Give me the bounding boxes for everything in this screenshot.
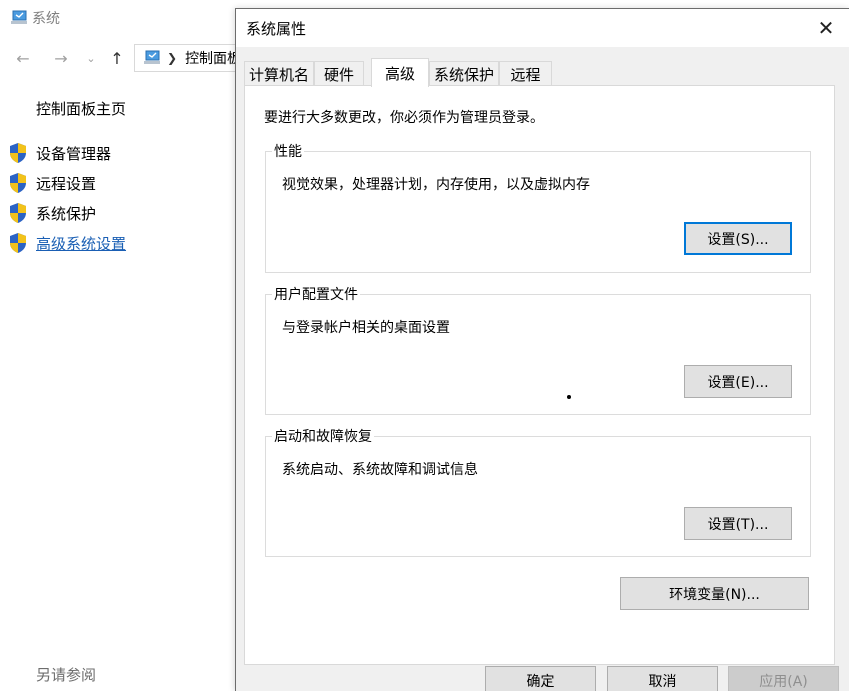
navigation-bar: ← → ⌄ ↑ ❯ 控制面板: [0, 44, 244, 72]
ok-button[interactable]: 确定: [485, 666, 596, 691]
user-profiles-group: 用户配置文件 与登录帐户相关的桌面设置 设置(E)...: [265, 284, 811, 415]
startup-recovery-group: 启动和故障恢复 系统启动、系统故障和调试信息 设置(T)...: [265, 426, 811, 557]
environment-variables-button[interactable]: 环境变量(N)...: [620, 577, 809, 610]
device-manager-link[interactable]: 设备管理器: [8, 142, 111, 164]
remote-settings-label: 远程设置: [36, 174, 97, 193]
advanced-system-settings-link[interactable]: 高级系统设置: [8, 232, 126, 254]
breadcrumb-control-panel[interactable]: 控制面板: [185, 48, 241, 68]
tab-remote[interactable]: 远程: [499, 61, 552, 86]
system-protection-link[interactable]: 系统保护: [8, 202, 96, 224]
uac-shield-icon: [10, 143, 26, 163]
dialog-title: 系统属性: [246, 20, 307, 38]
user-profiles-group-desc: 与登录帐户相关的桌面设置: [282, 320, 450, 336]
mouse-cursor-dot: [567, 395, 571, 399]
tab-computer-name[interactable]: 计算机名: [244, 61, 314, 86]
performance-group-desc: 视觉效果，处理器计划，内存使用，以及虚拟内存: [282, 177, 590, 193]
recent-dropdown-chevron-icon[interactable]: ⌄: [80, 48, 102, 68]
computer-icon: [144, 50, 160, 64]
tab-system-protection[interactable]: 系统保护: [429, 61, 499, 86]
close-icon[interactable]: ✕: [813, 15, 839, 41]
control-panel-home-link[interactable]: 控制面板主页: [36, 98, 126, 119]
forward-arrow-icon[interactable]: →: [50, 48, 72, 68]
performance-group-title: 性能: [272, 141, 304, 161]
admin-note: 要进行大多数更改，你必须作为管理员登录。: [264, 110, 544, 126]
startup-recovery-group-desc: 系统启动、系统故障和调试信息: [282, 462, 478, 478]
tab-hardware[interactable]: 硬件: [314, 61, 364, 86]
tab-advanced[interactable]: 高级: [371, 58, 429, 87]
breadcrumb-chevron-icon: ❯: [167, 51, 178, 65]
system-window-title: 系统: [10, 8, 60, 28]
performance-group: 性能 视觉效果，处理器计划，内存使用，以及虚拟内存 设置(S)...: [265, 141, 811, 273]
system-window-title-text: 系统: [32, 11, 60, 27]
startup-recovery-settings-button[interactable]: 设置(T)...: [684, 507, 792, 540]
system-window: 系统 ← → ⌄ ↑ ❯ 控制面板 控制面板主页 设备管理器 远程设置 系统保护…: [0, 0, 244, 691]
see-also-heading: 另请参阅: [36, 666, 97, 684]
uac-shield-icon: [10, 203, 26, 223]
cancel-button[interactable]: 取消: [607, 666, 718, 691]
computer-icon: [11, 10, 27, 24]
uac-shield-icon: [10, 173, 26, 193]
performance-settings-button[interactable]: 设置(S)...: [684, 222, 792, 255]
address-bar[interactable]: ❯ 控制面板: [134, 44, 244, 72]
system-properties-dialog: 系统属性 ✕ 计算机名 硬件 高级 系统保护 远程 要进行大多数更改，你必须作为…: [235, 8, 849, 691]
up-arrow-icon[interactable]: ↑: [106, 48, 128, 68]
uac-shield-icon: [10, 233, 26, 253]
back-arrow-icon[interactable]: ←: [12, 48, 34, 68]
device-manager-label: 设备管理器: [36, 144, 112, 163]
system-protection-label: 系统保护: [36, 204, 97, 223]
startup-recovery-group-title: 启动和故障恢复: [272, 426, 374, 446]
user-profiles-group-title: 用户配置文件: [272, 284, 360, 304]
apply-button[interactable]: 应用(A): [728, 666, 839, 691]
user-profiles-settings-button[interactable]: 设置(E)...: [684, 365, 792, 398]
advanced-system-settings-label: 高级系统设置: [36, 234, 127, 253]
remote-settings-link[interactable]: 远程设置: [8, 172, 96, 194]
dialog-titlebar: 系统属性 ✕: [236, 9, 849, 47]
